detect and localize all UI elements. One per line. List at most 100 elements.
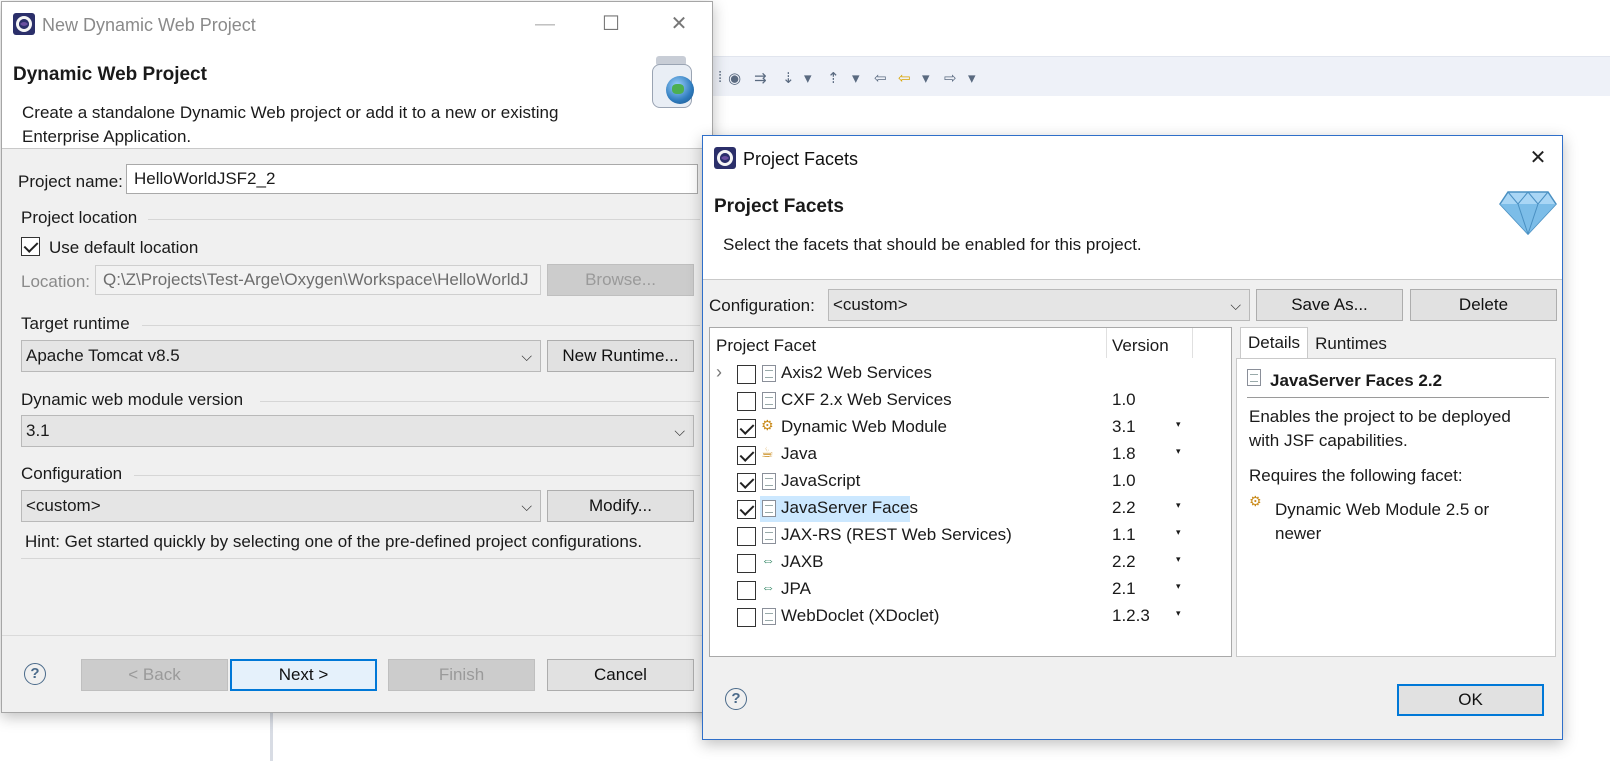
facets-configuration-label: Configuration: (709, 296, 815, 315)
facet-row[interactable]: ⚙ Dynamic Web Module 3.1 ▾ (710, 415, 1230, 442)
column-divider (1106, 328, 1107, 358)
facet-name: JAXB (781, 552, 824, 571)
project-name-input[interactable]: HelloWorldJSF2_2 (126, 164, 698, 194)
browse-button[interactable]: Browse... (547, 264, 694, 296)
configuration-hint: Hint: Get started quickly by selecting o… (25, 532, 643, 551)
facet-row[interactable]: ⇔ JAXB 2.2 ▾ (710, 550, 1230, 577)
tab-details[interactable]: Details (1240, 327, 1308, 359)
close-icon[interactable]: ✕ (1525, 148, 1551, 168)
facet-checkbox[interactable] (737, 446, 756, 465)
facet-row-selected[interactable]: JavaServer Faces 2.2 ▾ (710, 496, 1230, 523)
configuration-select[interactable]: <custom> ⌵ (21, 490, 541, 522)
requires-item-line1: Dynamic Web Module 2.5 or (1275, 500, 1490, 519)
project-facets-dialog: Project Facets ✕ Project Facets Select t… (702, 135, 1563, 740)
version-dropdown-icon[interactable]: ▾ (1176, 527, 1181, 538)
back-button[interactable]: < Back (81, 659, 228, 691)
facet-row[interactable]: › Axis2 Web Services (710, 361, 1230, 388)
facet-row[interactable]: ⇔ JPA 2.1 ▾ (710, 577, 1230, 604)
jpa-icon: ⇔ (761, 579, 775, 595)
target-runtime-value: Apache Tomcat v8.5 (26, 346, 180, 365)
group-separator (260, 401, 700, 402)
details-title: JavaServer Faces 2.2 (1270, 371, 1443, 390)
column-header-facet[interactable]: Project Facet (716, 336, 816, 356)
chevron-down-icon[interactable]: ▾ (852, 69, 860, 87)
help-icon[interactable]: ? (725, 688, 747, 710)
help-icon[interactable]: ? (24, 663, 46, 685)
version-dropdown-icon[interactable]: ▾ (1176, 419, 1181, 430)
details-desc-line2: with JSF capabilities. (1249, 431, 1408, 450)
location-input[interactable]: Q:\Z\Projects\Test-Arge\Oxygen\Workspace… (95, 265, 541, 295)
modify-button[interactable]: Modify... (547, 490, 694, 522)
globe-icon[interactable]: ◉ (728, 69, 741, 87)
finish-button[interactable]: Finish (388, 659, 535, 691)
expand-arrow-icon[interactable]: › (716, 362, 722, 383)
facet-checkbox[interactable] (737, 608, 756, 627)
previous-annotation-icon[interactable]: ⇡ (827, 69, 840, 87)
close-icon[interactable]: ✕ (666, 14, 692, 34)
wizard-titlebar: New Dynamic Web Project — ☐ ✕ (2, 2, 712, 46)
use-default-location-label[interactable]: Use default location (49, 238, 198, 258)
facet-checkbox[interactable] (737, 581, 756, 600)
ok-button[interactable]: OK (1397, 684, 1544, 716)
facets-window-title: Project Facets (743, 149, 859, 169)
version-dropdown-icon[interactable]: ▾ (1176, 446, 1181, 457)
version-dropdown-icon[interactable]: ▾ (1176, 554, 1181, 565)
facet-version: 2.2 (1112, 498, 1136, 517)
chevron-down-icon: ⌵ (521, 498, 532, 514)
chevron-down-icon[interactable]: ▾ (804, 69, 812, 87)
facet-row[interactable]: JavaScript 1.0 (710, 469, 1230, 496)
target-runtime-select[interactable]: Apache Tomcat v8.5 ⌵ (21, 340, 541, 372)
facets-configuration-select[interactable]: <custom> ⌵ (828, 289, 1250, 321)
facets-table: Project Facet Version › Axis2 Web Servic… (709, 327, 1232, 657)
facet-checkbox[interactable] (737, 365, 756, 384)
facet-row[interactable]: WebDoclet (XDoclet) 1.2.3 ▾ (710, 604, 1230, 631)
module-version-label: Dynamic web module version (21, 390, 244, 409)
facet-checkbox[interactable] (737, 473, 756, 492)
last-edit-icon[interactable]: ⇦ (874, 69, 887, 87)
next-button[interactable]: Next > (230, 659, 377, 691)
document-icon (762, 527, 776, 544)
facet-checkbox[interactable] (737, 554, 756, 573)
group-separator (134, 475, 700, 476)
back-arrow-icon[interactable]: ⇦ (898, 69, 911, 87)
maximize-icon[interactable]: ☐ (598, 14, 624, 34)
facet-version: 2.2 (1112, 552, 1136, 571)
save-as-button[interactable]: Save As... (1256, 289, 1403, 321)
button-bar-separator (2, 635, 714, 636)
chevron-down-icon[interactable]: ▾ (968, 69, 976, 87)
facet-checkbox[interactable] (737, 527, 756, 546)
next-annotation-icon[interactable]: ⇣ (782, 69, 795, 87)
facets-banner: Project Facets Select the facets that sh… (703, 180, 1562, 280)
facet-row[interactable]: ☕ Java 1.8 ▾ (710, 442, 1230, 469)
version-dropdown-icon[interactable]: ▾ (1176, 608, 1181, 619)
requires-item-line2: newer (1275, 524, 1322, 543)
facets-banner-title: Project Facets (714, 196, 844, 217)
facet-version: 1.0 (1112, 471, 1136, 490)
facet-checkbox[interactable] (737, 392, 756, 411)
eclipse-logo-icon (714, 147, 736, 169)
forward-arrow-icon[interactable]: ⇨ (944, 69, 957, 87)
version-dropdown-icon[interactable]: ▾ (1176, 581, 1181, 592)
configuration-value: <custom> (26, 496, 101, 515)
use-default-location-checkbox[interactable] (21, 237, 40, 256)
minimize-icon[interactable]: — (532, 14, 558, 34)
location-label: Location: (21, 272, 90, 291)
facet-checkbox[interactable] (737, 419, 756, 438)
facet-checkbox[interactable] (737, 500, 756, 519)
document-icon (762, 608, 776, 625)
new-runtime-button[interactable]: New Runtime... (547, 340, 694, 372)
facet-row[interactable]: JAX-RS (REST Web Services) 1.1 ▾ (710, 523, 1230, 550)
run-icon[interactable]: ⇉ (754, 69, 767, 87)
facet-version: 1.2.3 (1112, 606, 1150, 625)
column-header-version[interactable]: Version (1112, 336, 1169, 356)
tab-runtimes[interactable]: Runtimes (1310, 329, 1392, 361)
facet-version: 1.1 (1112, 525, 1136, 544)
facet-row[interactable]: CXF 2.x Web Services 1.0 (710, 388, 1230, 415)
chevron-down-icon[interactable]: ▾ (922, 69, 930, 87)
module-version-select[interactable]: 3.1 ⌵ (21, 415, 694, 447)
delete-button[interactable]: Delete (1410, 289, 1557, 321)
details-separator (1247, 397, 1549, 398)
configuration-label: Configuration (21, 464, 123, 483)
cancel-button[interactable]: Cancel (547, 659, 694, 691)
version-dropdown-icon[interactable]: ▾ (1176, 500, 1181, 511)
